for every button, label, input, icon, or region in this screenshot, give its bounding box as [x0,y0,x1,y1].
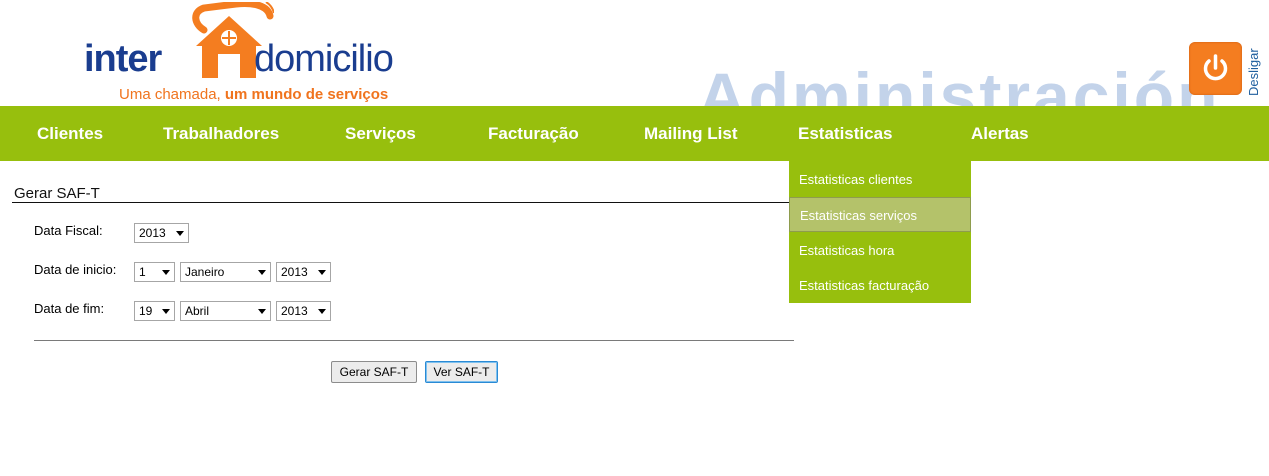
dropdown-item-hora[interactable]: Estatisticas hora [789,233,971,268]
logout-label[interactable]: Desligar [1246,48,1261,96]
tagline-bold: um mundo de serviços [224,86,389,103]
form-divider [34,340,794,341]
generate-saft-button[interactable]: Gerar SAF-T [331,361,417,383]
tagline-regular: Uma chamada, [119,86,225,103]
dropdown-item-servicos[interactable]: Estatisticas serviços [789,197,971,232]
start-month-select[interactable]: Janeiro [180,262,271,282]
fiscal-year-value: 2013 [139,226,166,240]
nav-item-servicos[interactable]: Serviços [345,106,416,161]
end-day-value: 19 [139,304,153,318]
chevron-down-icon [176,231,184,236]
logo-tagline: Uma chamada, um mundo de serviços [119,86,388,103]
header: inter domicilio Uma chamada, um mundo de… [0,0,1269,106]
chevron-down-icon [162,270,170,275]
end-month-value: Abril [185,304,210,318]
fiscal-date-label: Data Fiscal: [34,223,103,238]
nav-item-facturacao[interactable]: Facturação [488,106,579,161]
page-title: Gerar SAF-T [14,185,100,202]
power-icon [1203,54,1228,81]
nav-item-mailing-list[interactable]: Mailing List [644,106,738,161]
logout-button[interactable] [1189,42,1242,95]
start-date-label: Data de inicio: [34,262,117,277]
dropdown-item-facturacao[interactable]: Estatisticas facturação [789,268,971,303]
title-divider [12,202,789,203]
start-day-value: 1 [139,265,146,279]
logo-text-domicilio: domicilio [254,38,394,80]
chevron-down-icon [258,270,266,275]
end-date-label: Data de fim: [34,301,105,316]
start-day-select[interactable]: 1 [134,262,175,282]
end-year-value: 2013 [281,304,308,318]
view-saft-button[interactable]: Ver SAF-T [425,361,498,383]
end-day-select[interactable]: 19 [134,301,175,321]
nav-item-trabalhadores[interactable]: Trabalhadores [163,106,279,161]
chevron-down-icon [318,270,326,275]
start-month-value: Janeiro [185,265,225,279]
start-year-select[interactable]: 2013 [276,262,331,282]
chevron-down-icon [258,309,266,314]
chevron-down-icon [318,309,326,314]
end-month-select[interactable]: Abril [180,301,271,321]
estatisticas-dropdown: Estatisticas clientes Estatisticas servi… [789,161,971,303]
start-year-value: 2013 [281,265,308,279]
nav-item-estatisticas[interactable]: Estatisticas [798,106,893,161]
logout-link[interactable]: Desligar [1246,40,1261,96]
logo-text-inter: inter [84,38,162,80]
nav-item-clientes[interactable]: Clientes [37,106,103,161]
site-logo[interactable]: inter domicilio Uma chamada, um mundo de… [84,2,444,106]
chevron-down-icon [162,309,170,314]
nav-item-alertas[interactable]: Alertas [971,106,1029,161]
fiscal-year-select[interactable]: 2013 [134,223,189,243]
end-year-select[interactable]: 2013 [276,301,331,321]
admin-watermark: Administración [698,59,1221,106]
dropdown-item-clientes[interactable]: Estatisticas clientes [789,162,971,197]
main-nav: Clientes Trabalhadores Serviços Facturaç… [0,106,1269,161]
